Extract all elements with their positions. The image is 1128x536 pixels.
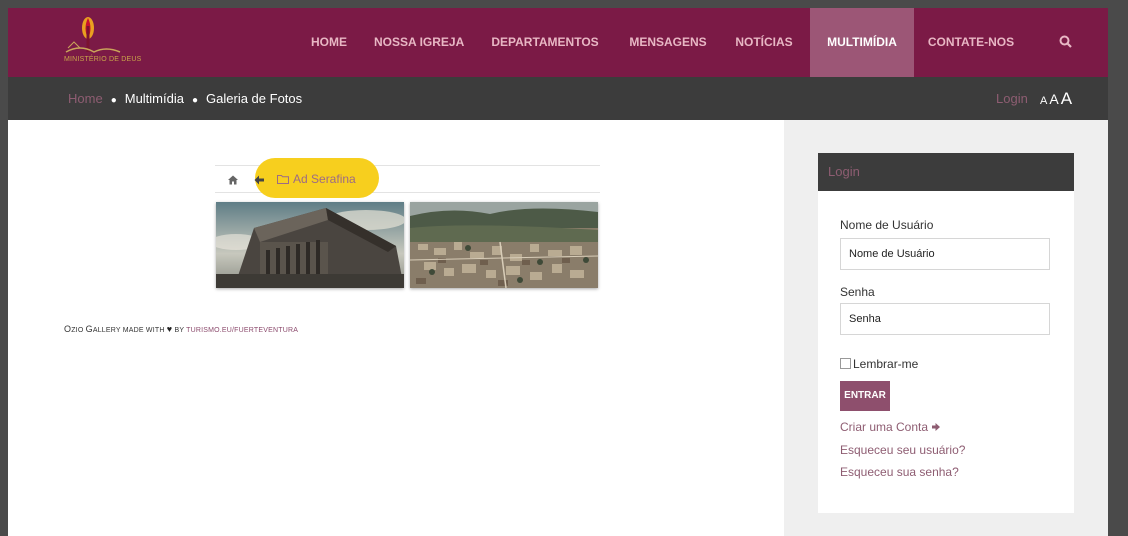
login-submit-button[interactable]: ENTRAR [840, 381, 890, 411]
gallery-thumbnail[interactable] [216, 202, 404, 288]
password-label: Senha [840, 285, 875, 299]
nav-home[interactable]: HOME [304, 8, 354, 77]
breadcrumb-home[interactable]: Home [68, 91, 103, 106]
back-arrow-icon [254, 175, 264, 185]
sidebar: Login Nome de Usuário Nome de Usuário Se… [784, 120, 1108, 536]
credit-by: BY [172, 327, 187, 334]
username-input[interactable]: Nome de Usuário [840, 238, 1050, 270]
forgot-username-link[interactable]: Esqueceu seu usuário? [840, 443, 965, 457]
nav-mensagens[interactable]: MENSAGENS [628, 8, 708, 77]
gallery-credit: OZIO GALLERY MADE WITH ♥ BY TURISMO.EU/F… [64, 324, 298, 334]
top-login-link[interactable]: Login [996, 77, 1028, 120]
gallery-folder-name: Ad Serafina [293, 172, 356, 186]
credit-link[interactable]: TURISMO.EU/FUERTEVENTURA [186, 327, 298, 334]
search-button[interactable] [1058, 34, 1074, 50]
breadcrumb-separator: ● [191, 95, 199, 106]
forgot-password-link[interactable]: Esqueceu sua senha? [840, 465, 959, 479]
gallery-thumbnail[interactable] [410, 202, 598, 288]
remember-me[interactable]: Lembrar-me [840, 357, 918, 371]
remember-label: Lembrar-me [853, 357, 919, 371]
credit-g: G [85, 324, 93, 334]
login-title: Login [818, 153, 1074, 191]
gallery-back-button[interactable] [253, 173, 265, 185]
username-label: Nome de Usuário [840, 218, 934, 232]
font-size-medium[interactable]: A [1049, 91, 1058, 107]
nav-nossa-igreja[interactable]: NOSSA IGREJA [374, 8, 464, 77]
main-content: Ad Serafina OZIO GALLERY MADE WITH ♥ BY … [30, 120, 784, 536]
create-account-link[interactable]: Criar uma Conta [840, 420, 941, 434]
breadcrumb: Home ● Multimídia ● Galeria de Fotos [68, 77, 302, 120]
home-icon [228, 175, 238, 185]
breadcrumb-multimidia[interactable]: Multimídia [125, 91, 184, 106]
credit-zio: ZIO [71, 327, 86, 334]
top-navigation: MINISTÉRIO DE DEUS HOME NOSSA IGREJA DEP… [8, 8, 1108, 77]
folder-icon [277, 175, 289, 184]
breadcrumb-separator: ● [110, 95, 117, 106]
arrow-right-icon [932, 423, 941, 431]
page: MINISTÉRIO DE DEUS HOME NOSSA IGREJA DEP… [8, 8, 1108, 536]
font-size-controls: AAA [1040, 77, 1074, 120]
city-aerial-photo [410, 202, 598, 288]
font-size-large[interactable]: A [1061, 89, 1072, 108]
login-module: Login Nome de Usuário Nome de Usuário Se… [818, 153, 1074, 513]
breadcrumb-galeria: Galeria de Fotos [206, 91, 303, 106]
church-building-photo [216, 202, 404, 288]
gallery-home-button[interactable] [227, 173, 239, 185]
search-icon [1059, 35, 1072, 48]
nav-multimidia[interactable]: MULTIMÍDIA [810, 8, 914, 77]
create-account-label: Criar uma Conta [840, 420, 929, 434]
gallery-folder[interactable]: Ad Serafina [277, 166, 356, 192]
nav-contate-nos[interactable]: CONTATE-NOS [926, 8, 1016, 77]
nav-noticias[interactable]: NOTÍCIAS [730, 8, 798, 77]
nav-departamentos[interactable]: DEPARTAMENTOS [490, 8, 600, 77]
font-size-small[interactable]: A [1040, 95, 1047, 107]
breadcrumb-bar: Home ● Multimídia ● Galeria de Fotos Login A… [8, 77, 1108, 120]
credit-allery: ALLERY MADE WITH [92, 327, 167, 334]
gallery-toolbar: Ad Serafina [215, 158, 600, 198]
main-nav: HOME NOSSA IGREJA DEPARTAMENTOS MENSAGEN… [8, 8, 1108, 77]
remember-checkbox[interactable] [840, 358, 851, 369]
password-input[interactable]: Senha [840, 303, 1050, 335]
